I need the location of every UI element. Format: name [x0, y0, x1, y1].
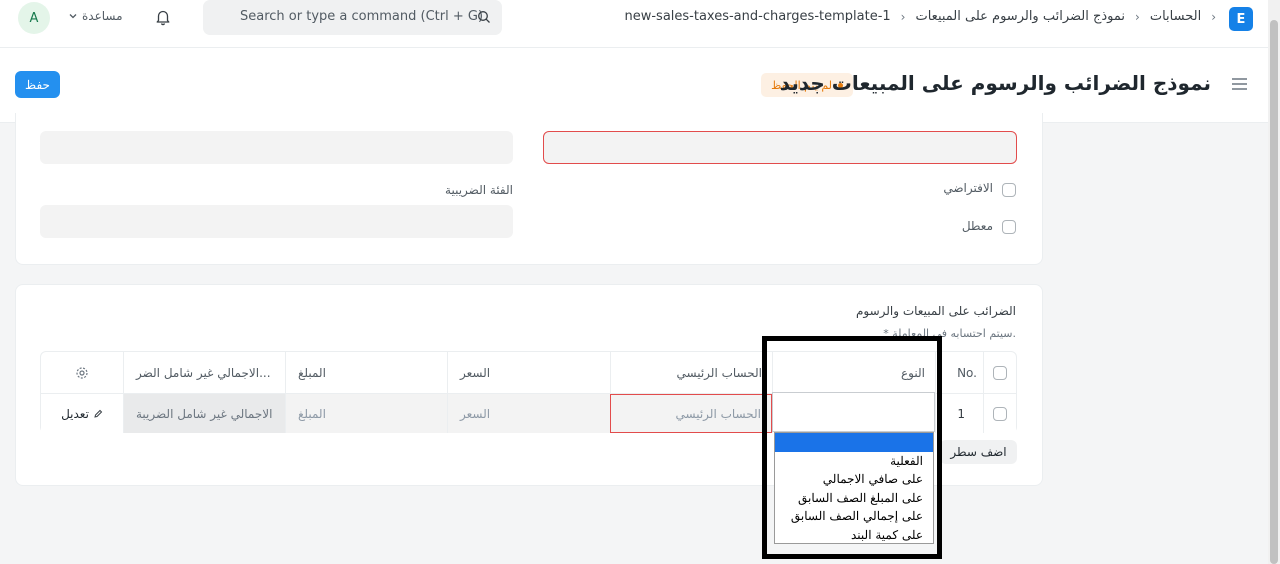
select-all-cell: [983, 352, 1016, 393]
tax-category-field[interactable]: [40, 205, 513, 238]
edit-label: تعديل: [61, 406, 89, 421]
avatar[interactable]: A: [18, 2, 50, 34]
row-checkbox[interactable]: [993, 406, 1007, 421]
row-select-cell: [983, 394, 1016, 433]
column-header-total: الاجمالي غير شامل الضر...: [123, 352, 285, 393]
column-header-amount: المبلغ: [285, 352, 447, 393]
breadcrumb-document[interactable]: new-sales-taxes-and-charges-template-1: [624, 9, 890, 24]
column-header-no: No.: [935, 352, 983, 393]
cell-total: الاجمالي غير شامل الضريبة: [123, 394, 285, 433]
cell-rate[interactable]: السعر: [447, 394, 610, 433]
save-button[interactable]: حفظ: [15, 71, 60, 98]
sidebar-toggle-icon[interactable]: [1232, 77, 1247, 91]
highlight-frame: [762, 336, 942, 559]
help-dropdown[interactable]: مساعدة: [68, 9, 123, 23]
search-icon: [478, 11, 490, 23]
breadcrumb-separator: ›: [1211, 9, 1216, 24]
select-all-checkbox[interactable]: [993, 365, 1007, 380]
disabled-label: معطل: [961, 219, 993, 233]
column-header-account-head: الحساب الرئيسي: [610, 352, 772, 393]
breadcrumb-doctype[interactable]: نموذج الضرائب والرسوم على المبيعات: [915, 9, 1125, 24]
search-input[interactable]: Search or type a command (Ctrl + G): [240, 9, 483, 24]
pencil-icon: [94, 409, 103, 418]
navbar: A مساعدة Search or type a command (Ctrl …: [0, 0, 1268, 48]
company-field[interactable]: [40, 131, 513, 164]
grid-settings-cell[interactable]: [41, 352, 123, 393]
disabled-checkbox[interactable]: [1002, 220, 1016, 234]
search-bar[interactable]: Search or type a command (Ctrl + G): [203, 0, 502, 35]
breadcrumb-separator: ›: [1135, 9, 1140, 24]
app-logo[interactable]: E: [1229, 7, 1253, 31]
default-label: الافتراضي: [943, 181, 993, 195]
page-title: نموذج الضرائب والرسوم على المبيعات جديد: [779, 71, 1211, 95]
gear-icon[interactable]: [75, 366, 89, 380]
column-header-rate: السعر: [447, 352, 610, 393]
cell-account-head[interactable]: الحساب الرئيسي: [610, 394, 772, 433]
edit-row-button[interactable]: تعديل: [41, 394, 123, 433]
cell-row-index: 1: [935, 394, 983, 433]
breadcrumb: › الحسابات › نموذج الضرائب والرسوم على ا…: [624, 9, 1216, 24]
scrollbar-thumb[interactable]: [1270, 20, 1278, 564]
taxes-section-title: الضرائب على المبيعات والرسوم: [855, 304, 1016, 318]
breadcrumb-accounts[interactable]: الحسابات: [1150, 9, 1201, 24]
breadcrumb-separator: ›: [900, 9, 906, 24]
add-row-button[interactable]: اضف سطر: [940, 440, 1017, 464]
page-head: حفظ لم يتم الحفظ نموذج الضرائب والرسوم ع…: [0, 48, 1268, 123]
chevron-down-icon: [69, 14, 77, 19]
help-label: مساعدة: [82, 9, 123, 23]
title-field[interactable]: [543, 131, 1017, 164]
cell-amount[interactable]: المبلغ: [285, 394, 447, 433]
page-scrollbar[interactable]: [1268, 0, 1280, 564]
bell-icon[interactable]: [154, 8, 172, 26]
default-checkbox[interactable]: [1002, 183, 1016, 197]
tax-category-label: الفئة الضريبية: [445, 183, 513, 197]
